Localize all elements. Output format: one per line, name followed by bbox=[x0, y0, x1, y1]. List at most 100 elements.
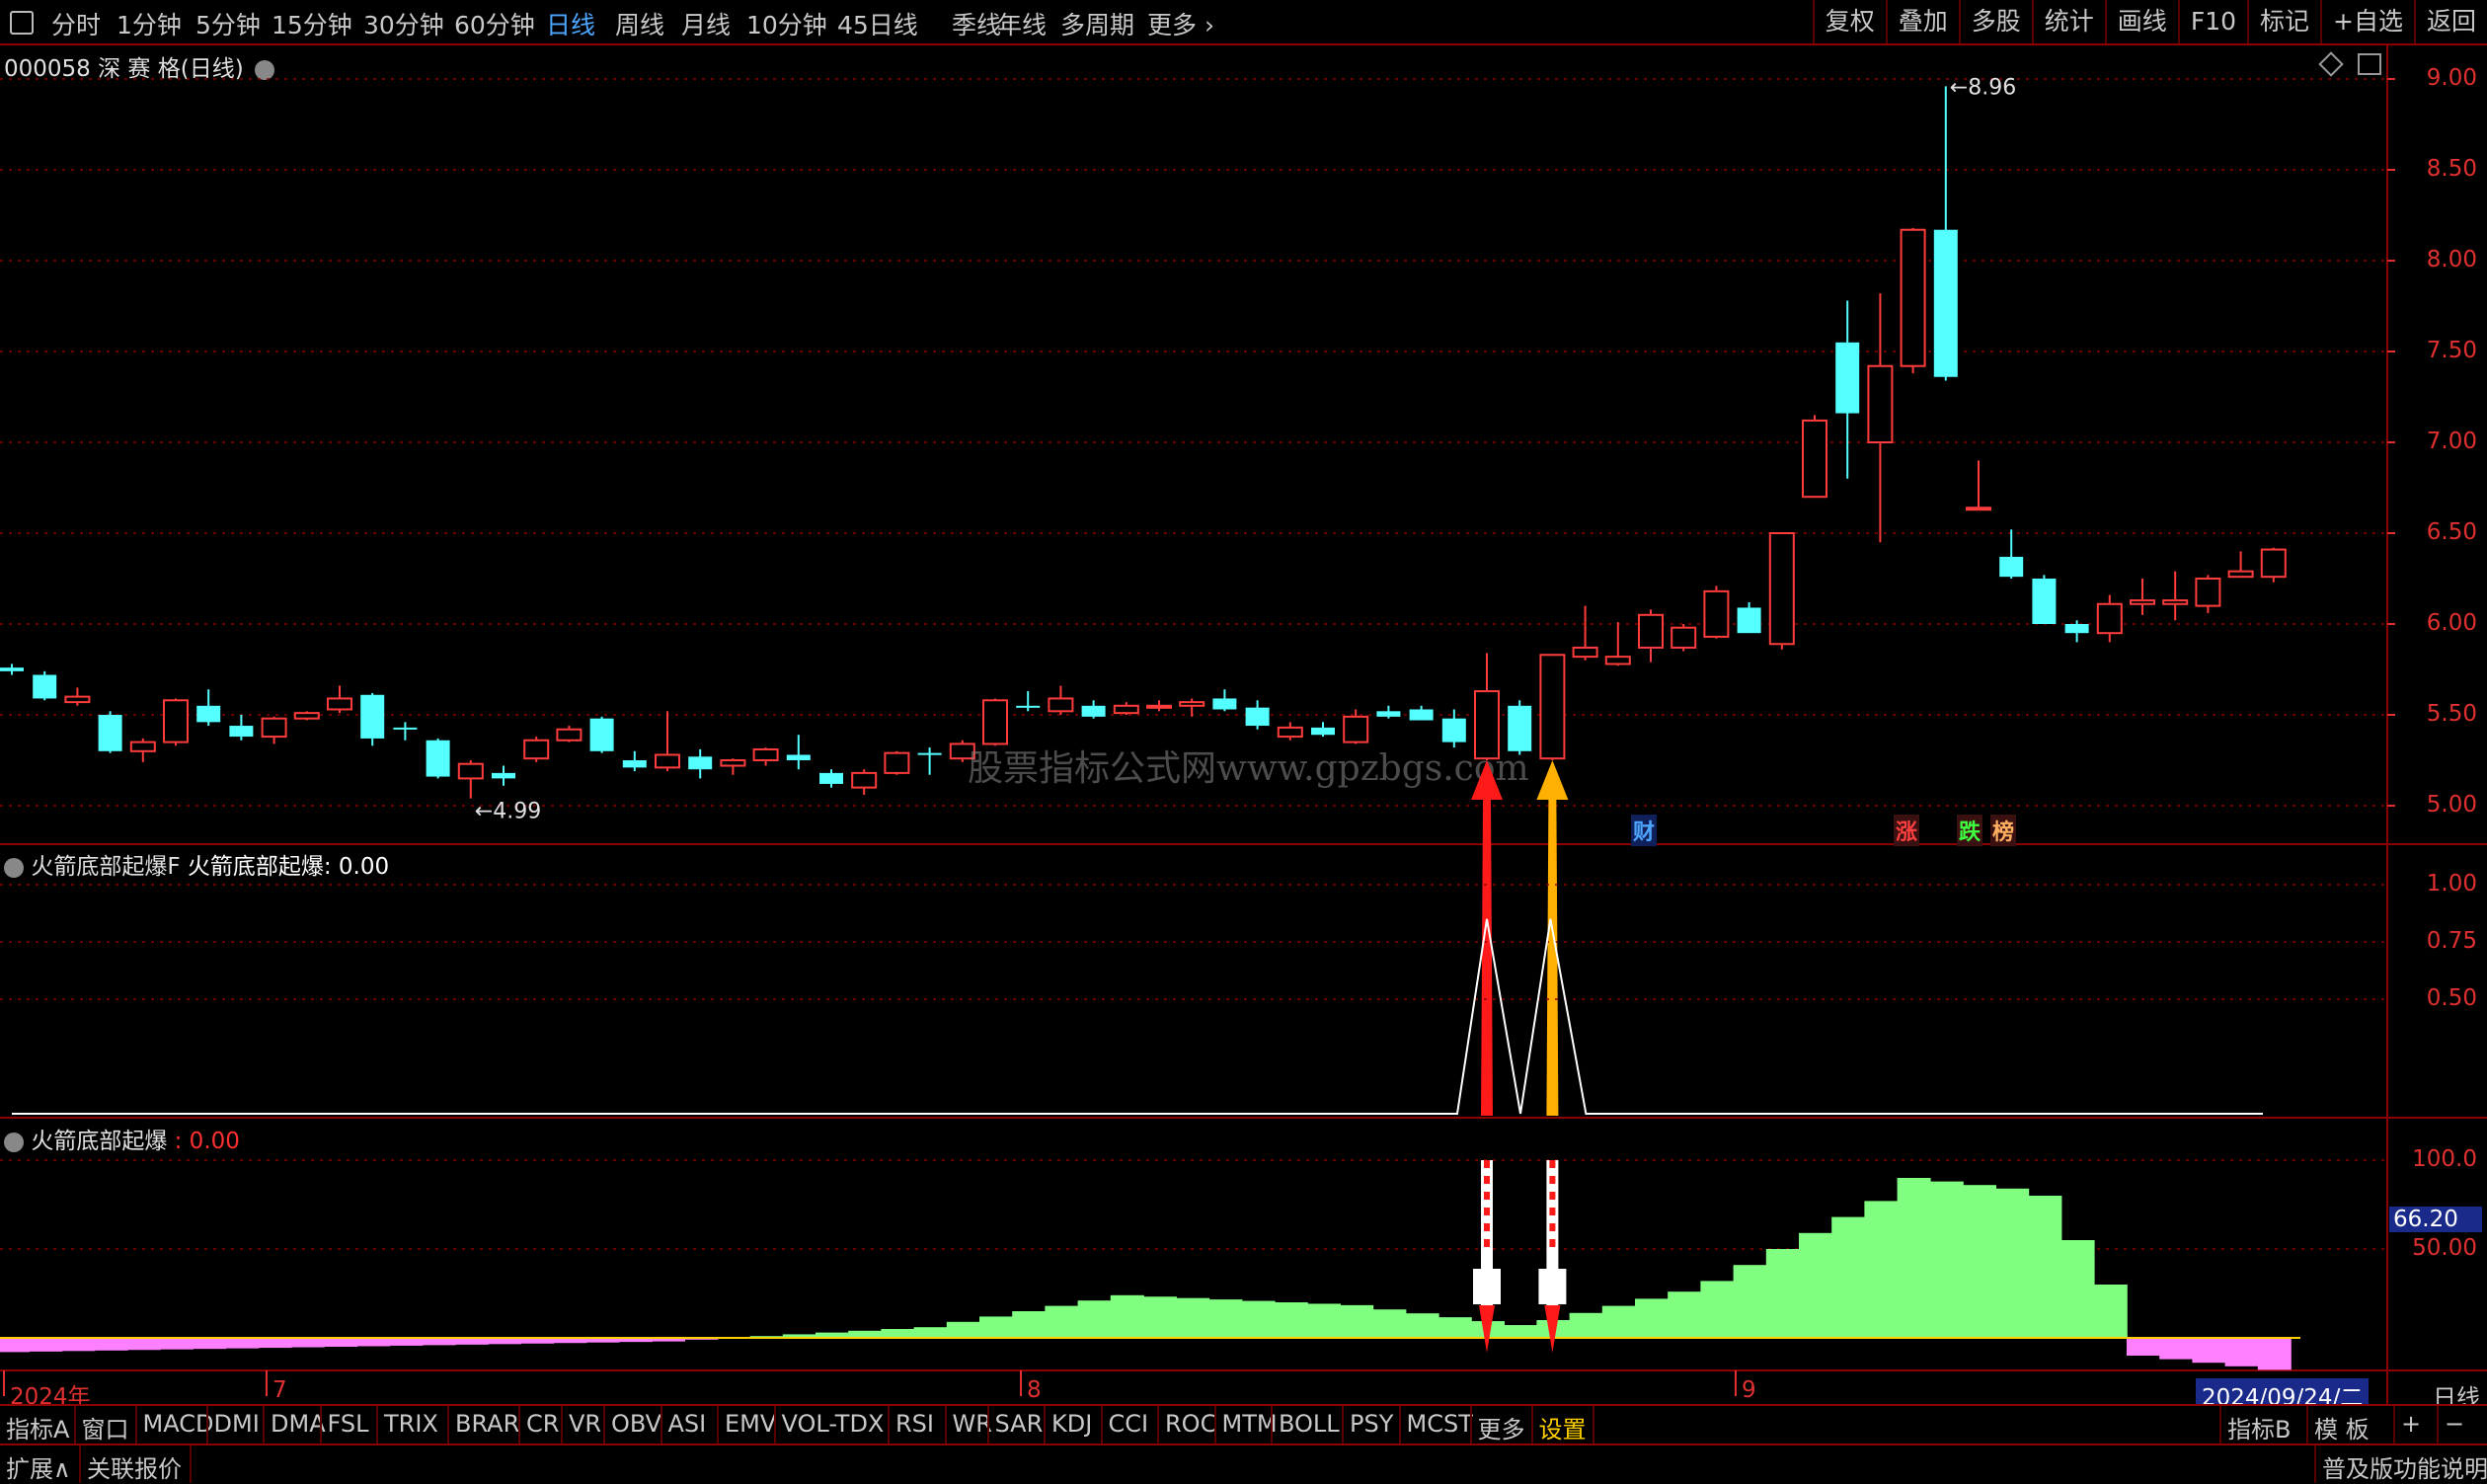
indicator-tab-17[interactable]: CCI bbox=[1109, 1410, 1149, 1438]
indicator-tab-13[interactable]: RSI bbox=[895, 1410, 934, 1438]
rocket-icon-2-fin bbox=[1538, 1269, 1567, 1304]
period-tab-1[interactable]: 1分钟 bbox=[117, 6, 182, 41]
ind2-hist-bar bbox=[1045, 1305, 1079, 1338]
indicator-tab-12[interactable]: VOL-TDX bbox=[782, 1410, 885, 1438]
period-tab-5[interactable]: 60分钟 bbox=[454, 6, 535, 41]
indicator-tab-5[interactable]: TRIX bbox=[384, 1410, 438, 1438]
indicator-tab-24[interactable]: 设置 bbox=[1539, 1410, 1587, 1445]
watermark: 股票指标公式网www.gpzbgs.com bbox=[968, 748, 1529, 789]
bottom-right-2[interactable]: + bbox=[2401, 1410, 2421, 1438]
bottom-right-1[interactable]: 模 板 bbox=[2314, 1410, 2370, 1445]
bottom-right-0[interactable]: 指标B bbox=[2227, 1410, 2291, 1445]
candle bbox=[917, 747, 942, 775]
edition-info-button[interactable]: 普及版功能说明 bbox=[2322, 1449, 2487, 1484]
signal-arrow-orange bbox=[1536, 760, 1569, 1116]
chart-canvas[interactable]: ←8.96 ←4.99 股票指标公式网www.gpzbgs.com bbox=[0, 45, 2487, 1404]
ind2-hist-bar bbox=[1241, 1300, 1276, 1338]
indicator-tab-3[interactable]: DMA bbox=[271, 1410, 326, 1438]
candle bbox=[426, 738, 450, 779]
indicator-tab-2[interactable]: DMI bbox=[214, 1410, 260, 1438]
period-tab-2[interactable]: 5分钟 bbox=[195, 6, 261, 41]
indicator-tab-20[interactable]: BOLL bbox=[1279, 1410, 1340, 1438]
indicator-tab-7[interactable]: CR bbox=[526, 1410, 559, 1438]
toolbar-right-4[interactable]: 画线 bbox=[2104, 0, 2178, 43]
toolbar-right-1[interactable]: 叠加 bbox=[1885, 0, 1959, 43]
ind2-hist-bar bbox=[946, 1321, 980, 1338]
expand-button[interactable]: 扩展∧ bbox=[6, 1449, 71, 1484]
toolbar-right-3[interactable]: 统计 bbox=[2031, 0, 2105, 43]
tab-separator bbox=[73, 1406, 76, 1444]
candle bbox=[360, 692, 385, 746]
tab-separator bbox=[1100, 1406, 1103, 1444]
ind2-hist-bar bbox=[225, 1338, 260, 1349]
toolbar-right-6[interactable]: 标记 bbox=[2247, 0, 2320, 43]
ind2-hist-bar bbox=[356, 1338, 391, 1347]
indicator-tab-10[interactable]: ASI bbox=[668, 1410, 707, 1438]
period-tab-12[interactable]: 年线 bbox=[997, 6, 1047, 41]
linked-quote-button[interactable]: 关联报价 bbox=[87, 1449, 182, 1484]
period-tab-13[interactable]: 多周期 bbox=[1060, 6, 1134, 41]
indicator-a-tab[interactable]: 指标A bbox=[6, 1410, 69, 1445]
window-toggle-icon[interactable] bbox=[10, 11, 34, 35]
ind2-hist-bar bbox=[913, 1327, 948, 1338]
tab-separator bbox=[2306, 1406, 2308, 1444]
tab-separator bbox=[773, 1406, 776, 1444]
indicator-tab-15[interactable]: SAR bbox=[995, 1410, 1044, 1438]
toolbar-right-8[interactable]: 返回 bbox=[2413, 0, 2487, 43]
period-tab-0[interactable]: 分时 bbox=[51, 6, 101, 41]
ind2-hist-bar bbox=[1504, 1325, 1538, 1338]
event-tag-3[interactable]: 榜 bbox=[1990, 815, 2017, 846]
indicator-tab-21[interactable]: PSY bbox=[1350, 1410, 1393, 1438]
indicator-tab-11[interactable]: EMV bbox=[725, 1410, 776, 1438]
ind2-hist-bar bbox=[61, 1338, 96, 1352]
indicator-tab-18[interactable]: ROC bbox=[1165, 1410, 1216, 1438]
indicator-tab-8[interactable]: VR bbox=[569, 1410, 601, 1438]
ind2-hist-bar bbox=[1077, 1300, 1112, 1338]
period-tab-10[interactable]: 45日线 bbox=[837, 6, 918, 41]
event-tag-1[interactable]: 涨 bbox=[1894, 815, 1920, 846]
rocket-icon-2-stripe bbox=[1549, 1223, 1556, 1231]
period-tab-8[interactable]: 月线 bbox=[681, 6, 731, 41]
toolbar-right-5[interactable]: F10 bbox=[2177, 0, 2247, 43]
candle bbox=[523, 737, 550, 762]
tab-separator bbox=[205, 1406, 208, 1444]
candle bbox=[1835, 300, 1860, 479]
tab-separator bbox=[2219, 1406, 2221, 1444]
indicator-tab-6[interactable]: BRAR bbox=[455, 1410, 519, 1438]
ind2-hist-bar bbox=[0, 1338, 30, 1353]
indicator-tab-9[interactable]: OBV bbox=[611, 1410, 661, 1438]
indicator-tab-16[interactable]: KDJ bbox=[1051, 1410, 1092, 1438]
candle bbox=[1671, 624, 1697, 652]
candle bbox=[129, 738, 156, 762]
period-tab-6[interactable]: 日线 bbox=[546, 6, 595, 41]
indicator-tab-1[interactable]: MACD bbox=[143, 1410, 214, 1438]
candle bbox=[393, 722, 418, 741]
tab-separator bbox=[263, 1406, 265, 1444]
candle bbox=[2195, 575, 2221, 613]
toolbar-right-7[interactable]: +自选 bbox=[2320, 0, 2414, 43]
period-tab-4[interactable]: 30分钟 bbox=[363, 6, 444, 41]
period-tab-7[interactable]: 周线 bbox=[615, 6, 664, 41]
candle bbox=[492, 765, 515, 786]
event-tag-0[interactable]: 财 bbox=[1631, 815, 1658, 846]
period-tab-11[interactable]: 季线 bbox=[952, 6, 1001, 41]
indicator-tab-4[interactable]: FSL bbox=[328, 1410, 369, 1438]
tab-separator bbox=[2393, 1406, 2395, 1444]
tab-separator bbox=[986, 1406, 989, 1444]
indicator-tab-0[interactable]: 窗口 bbox=[82, 1410, 129, 1445]
period-tab-3[interactable]: 15分钟 bbox=[272, 6, 352, 41]
toolbar-right-2[interactable]: 多股 bbox=[1958, 0, 2032, 43]
indicator-tab-22[interactable]: MCST bbox=[1407, 1410, 1473, 1438]
toolbar-right-0[interactable]: 复权 bbox=[1812, 0, 1886, 43]
candle bbox=[1146, 700, 1172, 712]
ind2-hist-bar bbox=[1143, 1296, 1177, 1338]
candle bbox=[2032, 575, 2057, 624]
period-tab-14[interactable]: 更多 › bbox=[1147, 6, 1214, 41]
bottom-right-3[interactable]: − bbox=[2445, 1410, 2464, 1438]
event-tag-2[interactable]: 跌 bbox=[1957, 815, 1983, 846]
ind2-hist-bar bbox=[422, 1338, 456, 1346]
period-tab-9[interactable]: 10分钟 bbox=[746, 6, 827, 41]
indicator-tab-19[interactable]: MTM bbox=[1222, 1410, 1278, 1438]
candle bbox=[2064, 620, 2089, 643]
indicator-tab-23[interactable]: 更多 bbox=[1478, 1410, 1525, 1445]
